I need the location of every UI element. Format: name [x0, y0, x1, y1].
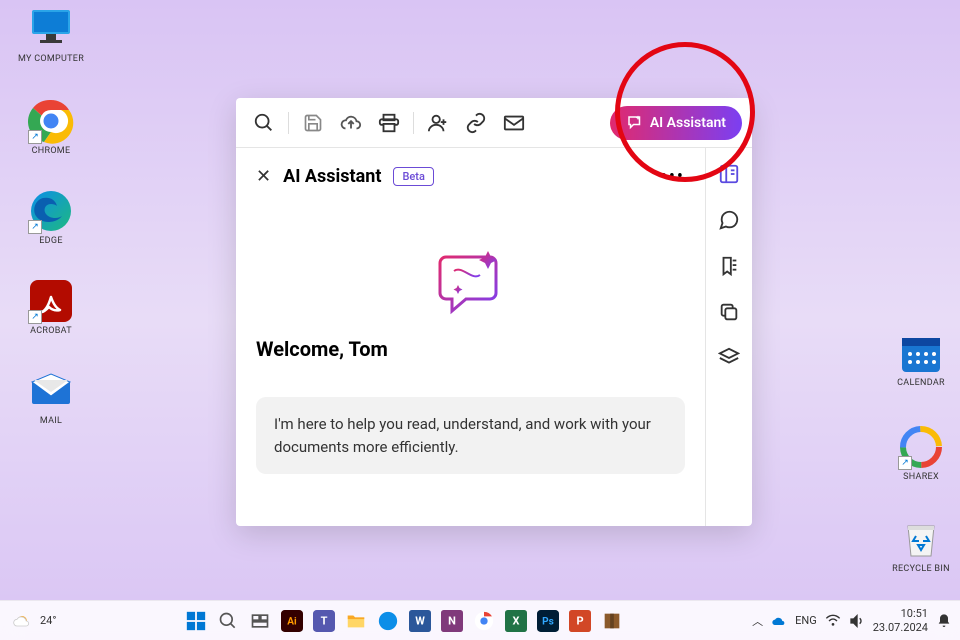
- edge-logo-icon: ↗: [28, 188, 74, 234]
- monitor-icon: [28, 6, 74, 52]
- acrobat-logo-icon: ↗: [28, 278, 74, 324]
- word-taskbar-icon[interactable]: W: [406, 607, 434, 635]
- time: 10:51: [873, 607, 928, 620]
- mail-icon[interactable]: MAIL: [16, 368, 86, 426]
- calendar-app-icon: [898, 330, 944, 376]
- bookmark-icon[interactable]: [717, 254, 741, 278]
- calendar-icon[interactable]: CALENDAR: [886, 330, 956, 388]
- ai-panel: ✕ AI Assistant Beta ••• Welcome, Tom I'm…: [236, 148, 706, 526]
- sharex-icon[interactable]: ↗ SHAREX: [886, 424, 956, 482]
- close-icon[interactable]: ✕: [256, 166, 271, 187]
- edge-icon[interactable]: ↗ EDGE: [16, 188, 86, 246]
- start-button[interactable]: [182, 607, 210, 635]
- shortcut-arrow-icon: ↗: [898, 456, 912, 470]
- shortcut-arrow-icon: ↗: [28, 130, 42, 144]
- separator: [413, 112, 414, 134]
- edge-taskbar-icon[interactable]: [374, 607, 402, 635]
- powerpoint-taskbar-icon[interactable]: P: [566, 607, 594, 635]
- excel-taskbar-icon[interactable]: X: [502, 607, 530, 635]
- weather-widget[interactable]: [8, 607, 36, 635]
- onedrive-tray-icon[interactable]: [771, 613, 787, 629]
- icon-label: CHROME: [16, 146, 86, 156]
- layers-icon[interactable]: [717, 346, 741, 370]
- icon-label: SHAREX: [886, 472, 956, 482]
- svg-text:N: N: [448, 614, 456, 627]
- ai-assistant-button[interactable]: AI Assistant: [610, 106, 742, 140]
- chrome-icon[interactable]: ↗ CHROME: [16, 98, 86, 156]
- svg-text:P: P: [577, 614, 584, 627]
- panel-title: AI Assistant: [283, 166, 381, 187]
- sparkle-chat-icon: [626, 114, 644, 132]
- chrome-logo-icon: ↗: [28, 98, 74, 144]
- my-computer-icon[interactable]: MY COMPUTER: [16, 6, 86, 64]
- separator: [288, 112, 289, 134]
- icon-label: MAIL: [16, 416, 86, 426]
- acrobat-icon[interactable]: ↗ ACROBAT: [16, 278, 86, 336]
- beta-badge: Beta: [393, 167, 433, 186]
- ai-button-label: AI Assistant: [650, 115, 726, 131]
- print-icon[interactable]: [371, 105, 407, 141]
- add-user-icon[interactable]: [420, 105, 456, 141]
- welcome-heading: Welcome, Tom: [256, 337, 685, 361]
- teams-taskbar-icon[interactable]: T: [310, 607, 338, 635]
- photoshop-taskbar-icon[interactable]: Ps: [534, 607, 562, 635]
- volume-tray-icon[interactable]: [849, 613, 865, 629]
- winrar-taskbar-icon[interactable]: [598, 607, 626, 635]
- more-menu-icon[interactable]: •••: [661, 166, 685, 187]
- search-icon[interactable]: [246, 105, 282, 141]
- ai-hero-icon: [426, 237, 516, 327]
- expand-icon[interactable]: [717, 162, 741, 186]
- svg-text:T: T: [321, 614, 328, 627]
- recycle-bin-icon[interactable]: RECYCLE BIN: [886, 516, 956, 574]
- bin-icon: [898, 516, 944, 562]
- search-taskbar-icon[interactable]: [214, 607, 242, 635]
- svg-text:Ai: Ai: [288, 616, 298, 627]
- intro-message: I'm here to help you read, understand, a…: [256, 397, 685, 474]
- sharex-logo-icon: ↗: [898, 424, 944, 470]
- icon-label: CALENDAR: [886, 378, 956, 388]
- taskview-icon[interactable]: [246, 607, 274, 635]
- shortcut-arrow-icon: ↗: [28, 310, 42, 324]
- icon-label: RECYCLE BIN: [886, 564, 956, 574]
- cloud-upload-icon[interactable]: [333, 105, 369, 141]
- date: 23.07.2024: [873, 621, 928, 634]
- illustrator-taskbar-icon[interactable]: Ai: [278, 607, 306, 635]
- email-icon[interactable]: [496, 105, 532, 141]
- icon-label: ACROBAT: [16, 326, 86, 336]
- svg-text:Ps: Ps: [542, 616, 554, 627]
- onenote-taskbar-icon[interactable]: N: [438, 607, 466, 635]
- side-tools: [706, 148, 752, 526]
- icon-label: EDGE: [16, 236, 86, 246]
- explorer-taskbar-icon[interactable]: [342, 607, 370, 635]
- svg-text:W: W: [416, 614, 426, 627]
- acrobat-window: AI Assistant ✕ AI Assistant Beta ••• Wel…: [236, 98, 752, 526]
- save-icon[interactable]: [295, 105, 331, 141]
- taskbar: 24° Ai T W N X Ps P ︿ ENG 10:51 23.07.20…: [0, 600, 960, 640]
- icon-label: MY COMPUTER: [16, 54, 86, 64]
- link-icon[interactable]: [458, 105, 494, 141]
- comment-icon[interactable]: [717, 208, 741, 232]
- svg-text:X: X: [513, 614, 520, 627]
- shortcut-arrow-icon: ↗: [28, 220, 42, 234]
- envelope-icon: [28, 368, 74, 414]
- chrome-taskbar-icon[interactable]: [470, 607, 498, 635]
- language-indicator[interactable]: ENG: [795, 614, 817, 627]
- clock[interactable]: 10:51 23.07.2024: [873, 607, 928, 633]
- copy-icon[interactable]: [717, 300, 741, 324]
- weather-temp: 24°: [40, 614, 56, 627]
- toolbar: AI Assistant: [236, 98, 752, 148]
- tray-chevron-icon[interactable]: ︿: [752, 613, 763, 629]
- wifi-tray-icon[interactable]: [825, 613, 841, 629]
- notifications-tray-icon[interactable]: [936, 613, 952, 629]
